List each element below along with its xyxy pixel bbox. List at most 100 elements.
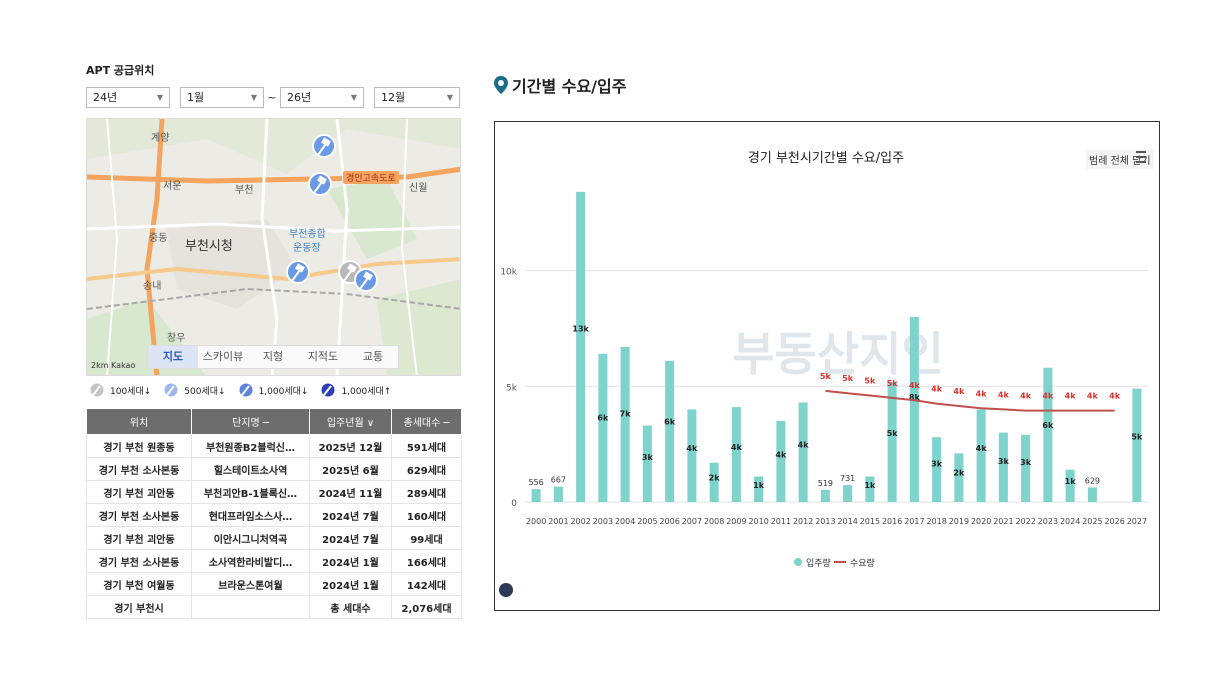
col-location-header: 위치 bbox=[86, 408, 192, 435]
cell-location: 경기 부천 원종동 bbox=[86, 434, 192, 458]
end-month-select[interactable]: 12월 ▼ bbox=[374, 86, 460, 108]
map-type-tabs: 지도 스카이뷰 지형 지적도 교통 bbox=[147, 345, 399, 369]
map-tab-map[interactable]: 지도 bbox=[148, 346, 198, 368]
cell-households: 160세대 bbox=[391, 503, 462, 527]
cell-location: 경기 부천 소사본동 bbox=[86, 503, 192, 527]
apt-supply-table: 위치 단지명 ─ 입주년월 ∨ 총세대수 ─ 경기 부천 원종동 부천원종B2블럭… bbox=[86, 408, 462, 619]
table-row[interactable]: 경기 부천시 총 세대수 2,076세대 bbox=[86, 595, 462, 619]
legend-item: 500세대↓ bbox=[160, 382, 226, 398]
supply-map[interactable]: 계양 서운 부천 중동 송내 부천시청 부천종합 운동장 신월 경인고속도로 창… bbox=[86, 118, 461, 376]
cell-complex-name: 소사역한라비발디… bbox=[191, 549, 310, 573]
map-pin-icon[interactable] bbox=[351, 267, 381, 297]
map-background bbox=[87, 119, 460, 375]
map-label-sinwol: 신월 bbox=[409, 183, 428, 194]
cell-complex-name: 브라운스톤여월 bbox=[191, 572, 310, 596]
hamburger-menu-icon[interactable] bbox=[1136, 151, 1146, 166]
date-filters: 24년 ▼ 1월 ▼ ~ 26년 ▼ 12월 ▼ bbox=[86, 86, 462, 108]
cell-complex-name bbox=[191, 595, 310, 619]
start-month-select[interactable]: 1월 ▼ bbox=[180, 86, 264, 108]
cell-move-in: 2024년 1월 bbox=[309, 572, 392, 596]
legend-label: 100세대↓ bbox=[110, 386, 152, 397]
cell-complex-name: 이안시그니처역곡 bbox=[191, 526, 310, 550]
legend-item: 1,000세대↑ bbox=[317, 382, 391, 398]
cell-location: 경기 부천 괴안동 bbox=[86, 480, 192, 504]
map-pin-icon[interactable] bbox=[305, 171, 335, 201]
cell-households: 142세대 bbox=[391, 572, 462, 596]
cell-complex-name: 현대프라임소스사… bbox=[191, 503, 310, 527]
col-complex-header[interactable]: 단지명 ─ bbox=[191, 408, 310, 435]
period-panel-header: 기간별 수요/입주 bbox=[494, 73, 626, 97]
map-scale: 2km Kakao bbox=[91, 361, 136, 370]
legend-label: 1,000세대↓ bbox=[258, 386, 309, 397]
cell-complex-name: 힐스테이트소사역 bbox=[191, 457, 310, 481]
chevron-down-icon: ▼ bbox=[250, 92, 257, 102]
table-row[interactable]: 경기 부천 괴안동 부천괴안B-1블록신… 2024년 11월 289세대 bbox=[86, 480, 462, 504]
table-row[interactable]: 경기 부천 원종동 부천원종B2블럭신… 2025년 12월 591세대 bbox=[86, 434, 462, 458]
map-label-sports-2: 운동장 bbox=[293, 243, 321, 254]
map-label-gyeyang: 계양 bbox=[151, 133, 170, 144]
marker-legend: 100세대↓ 500세대↓ 1,000세대↓ 1,000세대↑ bbox=[86, 381, 462, 399]
cell-location: 경기 부천 여월동 bbox=[86, 572, 192, 596]
cell-households: 166세대 bbox=[391, 549, 462, 573]
table-body: 경기 부천 원종동 부천원종B2블럭신… 2025년 12월 591세대 경기 부천 소… bbox=[86, 434, 462, 619]
cell-location: 경기 부천 소사본동 bbox=[86, 457, 192, 481]
cell-move-in: 2025년 12월 bbox=[309, 434, 392, 458]
table-header-row: 위치 단지명 ─ 입주년월 ∨ 총세대수 ─ bbox=[86, 408, 462, 435]
map-label-bucheon: 부천 bbox=[235, 185, 254, 196]
table-row[interactable]: 경기 부천 소사본동 소사역한라비발디… 2024년 1월 166세대 bbox=[86, 549, 462, 573]
panel-title: 기간별 수요/입주 bbox=[512, 77, 627, 96]
cell-households: 2,076세대 bbox=[391, 595, 462, 619]
cell-location: 경기 부천시 bbox=[86, 595, 192, 619]
cell-move-in: 2025년 6월 bbox=[309, 457, 392, 481]
map-marker-icon bbox=[494, 76, 508, 94]
cell-move-in: 2024년 1월 bbox=[309, 549, 392, 573]
map-label-sports-1: 부천종합 bbox=[289, 229, 326, 240]
start-month-value: 1월 bbox=[187, 91, 205, 104]
cell-households: 591세대 bbox=[391, 434, 462, 458]
cell-location: 경기 부천 소사본동 bbox=[86, 549, 192, 573]
table-row[interactable]: 경기 부천 여월동 브라운스톤여월 2024년 1월 142세대 bbox=[86, 572, 462, 596]
cell-complex-name: 부천괴안B-1블록신… bbox=[191, 480, 310, 504]
legend-item: 1,000세대↓ bbox=[235, 382, 309, 398]
chevron-down-icon: ▼ bbox=[350, 92, 357, 102]
chevron-down-icon: ▼ bbox=[156, 92, 163, 102]
end-year-select[interactable]: 26년 ▼ bbox=[280, 86, 364, 108]
pin-light-blue-icon bbox=[163, 382, 179, 398]
map-pin-icon[interactable] bbox=[283, 259, 313, 289]
table-row[interactable]: 경기 부천 소사본동 힐스테이트소사역 2025년 6월 629세대 bbox=[86, 457, 462, 481]
map-label-expressway: 경인고속도로 bbox=[343, 171, 399, 184]
pin-dark-blue-icon bbox=[320, 382, 336, 398]
map-pin-icon[interactable] bbox=[309, 133, 339, 163]
cell-move-in: 2024년 11월 bbox=[309, 480, 392, 504]
start-year-select[interactable]: 24년 ▼ bbox=[86, 86, 170, 108]
cell-move-in: 총 세대수 bbox=[309, 595, 392, 619]
pin-gray-icon bbox=[89, 382, 105, 398]
map-tab-skyview[interactable]: 스카이뷰 bbox=[198, 346, 248, 368]
map-label-samgok: 창우 bbox=[167, 333, 186, 344]
end-month-value: 12월 bbox=[381, 91, 406, 104]
map-label-city-hall: 부천시청 bbox=[185, 239, 233, 254]
chart-container bbox=[494, 121, 1160, 611]
col-move-in-header[interactable]: 입주년월 ∨ bbox=[309, 408, 392, 435]
cell-households: 99세대 bbox=[391, 526, 462, 550]
col-households-header[interactable]: 총세대수 ─ bbox=[391, 408, 462, 435]
map-tab-traffic[interactable]: 교통 bbox=[348, 346, 398, 368]
cell-households: 289세대 bbox=[391, 480, 462, 504]
map-label-songnae: 송내 bbox=[143, 281, 162, 292]
start-year-value: 24년 bbox=[93, 91, 118, 104]
legend-label: 1,000세대↑ bbox=[341, 386, 392, 397]
map-label-seoun: 서운 bbox=[163, 181, 182, 192]
legend-label: 500세대↓ bbox=[184, 386, 226, 397]
chevron-down-icon: ▼ bbox=[446, 92, 453, 102]
section-title: APT 공급위치 bbox=[86, 64, 155, 77]
map-tab-cadastral[interactable]: 지적도 bbox=[298, 346, 348, 368]
map-label-jungdong: 중동 bbox=[149, 233, 168, 244]
range-tilde: ~ bbox=[267, 90, 277, 104]
cell-move-in: 2024년 7월 bbox=[309, 526, 392, 550]
table-row[interactable]: 경기 부천 괴안동 이안시그니처역곡 2024년 7월 99세대 bbox=[86, 526, 462, 550]
cell-location: 경기 부천 괴안동 bbox=[86, 526, 192, 550]
table-row[interactable]: 경기 부천 소사본동 현대프라임소스사… 2024년 7월 160세대 bbox=[86, 503, 462, 527]
map-tab-terrain[interactable]: 지형 bbox=[248, 346, 298, 368]
end-year-value: 26년 bbox=[287, 91, 312, 104]
cell-move-in: 2024년 7월 bbox=[309, 503, 392, 527]
